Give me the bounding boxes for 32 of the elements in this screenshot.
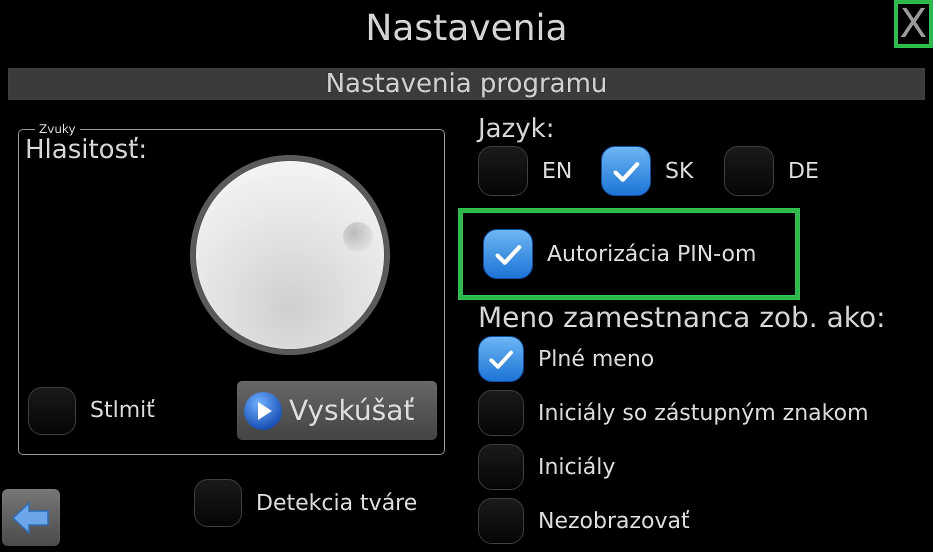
checkbox[interactable] xyxy=(478,498,524,544)
section-header: Nastavenia programu xyxy=(8,68,925,100)
checkbox-label: SK xyxy=(665,158,694,184)
checkbox-label: Detekcia tváre xyxy=(256,490,418,516)
checkbox-label: EN xyxy=(542,158,572,184)
checkbox[interactable] xyxy=(478,146,528,196)
checkbox[interactable] xyxy=(483,229,533,279)
back-button[interactable] xyxy=(2,489,60,546)
checkbox-label: Plné meno xyxy=(538,346,654,372)
window-title: Nastavenia xyxy=(365,7,568,51)
language-label: Jazyk: xyxy=(478,113,554,146)
checkbox[interactable] xyxy=(28,386,76,434)
checkbox-label: Autorizácia PIN-om xyxy=(547,242,756,266)
checkbox[interactable] xyxy=(601,146,651,196)
arrow-left-icon xyxy=(11,500,51,536)
test-button[interactable]: Vyskúšať xyxy=(237,381,437,440)
checkbox[interactable] xyxy=(478,336,524,382)
close-button[interactable]: X xyxy=(894,0,933,48)
employee-name-label: Meno zamestnanca zob. ako: xyxy=(478,300,886,336)
checkbox-label: DE xyxy=(788,158,819,184)
checkbox[interactable] xyxy=(478,390,524,436)
checkbox[interactable] xyxy=(724,146,774,196)
checkbox[interactable] xyxy=(478,444,524,490)
volume-knob[interactable] xyxy=(188,153,392,357)
checkbox-label: Nezobrazovať xyxy=(538,508,690,534)
group-label: Zvuky xyxy=(38,123,77,135)
play-icon xyxy=(243,390,283,430)
checkbox-label: Iniciály so zástupným znakom xyxy=(538,400,869,426)
checkbox[interactable] xyxy=(194,479,242,527)
checkbox-label: Stlmiť xyxy=(90,398,155,423)
volume-label: Hlasitosť: xyxy=(25,135,148,165)
checkbox-label: Iniciály xyxy=(538,454,616,480)
